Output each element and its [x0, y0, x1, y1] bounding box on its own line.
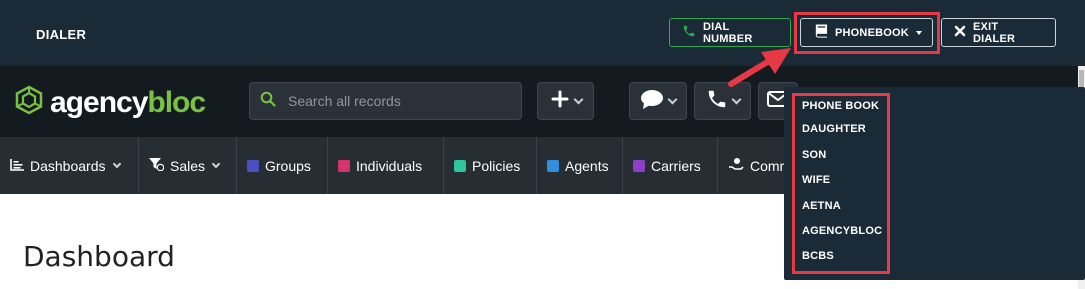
phonebook-item-agencybloc[interactable]: AGENCYBLOC: [802, 225, 882, 237]
phonebook-highlight-box: [794, 12, 940, 54]
nav-label-groups: Groups: [265, 157, 311, 174]
phone-icon: [706, 88, 728, 115]
nav-item-carriers[interactable]: Carriers: [623, 137, 718, 194]
nav-item-policies[interactable]: Policies: [444, 137, 537, 194]
phonebook-item-bcbs[interactable]: BCBS: [802, 250, 834, 262]
exit-dialer-button[interactable]: EXIT DIALER: [941, 18, 1056, 47]
nav-label-dashboards: Dashboards: [30, 157, 106, 174]
nav-item-agents[interactable]: Agents: [537, 137, 623, 194]
filter-icon: [149, 157, 165, 174]
phonebook-item-daughter[interactable]: DAUGHTER: [802, 123, 866, 135]
logo-text-agency: agency: [50, 85, 148, 119]
page-title: Dashboard: [23, 240, 175, 273]
policies-color-square: [454, 159, 466, 172]
individuals-color-square: [338, 159, 350, 172]
chevron-down-icon: [667, 94, 678, 104]
chat-button[interactable]: [629, 82, 687, 120]
chevron-down-icon: [573, 94, 583, 104]
chevron-down-icon: [211, 159, 221, 168]
nav-item-sales[interactable]: Sales: [139, 137, 237, 194]
annotation-arrow: [728, 48, 791, 87]
search-icon: [260, 91, 276, 112]
add-button[interactable]: [537, 82, 594, 120]
chat-icon: [640, 89, 664, 114]
plus-icon: [550, 89, 570, 114]
nav-label-individuals: Individuals: [356, 157, 423, 174]
exit-dialer-label: EXIT DIALER: [973, 20, 1016, 45]
carriers-color-square: [633, 159, 645, 172]
dialer-title: DIALER: [36, 27, 87, 42]
groups-color-square: [247, 159, 259, 172]
logo-text-bloc: bloc: [147, 85, 206, 119]
chevron-down-icon: [731, 94, 741, 104]
search-input[interactable]: [288, 93, 508, 109]
nav-label-commissions: Comr: [750, 157, 785, 174]
dial-number-button[interactable]: DIAL NUMBER: [669, 18, 791, 47]
phone-icon: [682, 24, 696, 41]
agencybloc-logo[interactable]: agencybloc: [14, 85, 206, 120]
phonebook-item-wife[interactable]: WIFE: [802, 174, 830, 186]
nav-label-carriers: Carriers: [651, 157, 701, 174]
chart-icon: [10, 158, 24, 174]
phonebook-item-aetna[interactable]: AETNA: [802, 200, 841, 212]
search-box[interactable]: [249, 82, 522, 120]
chevron-down-icon: [112, 159, 121, 168]
nav-item-individuals[interactable]: Individuals: [328, 137, 444, 194]
nav-item-commissions[interactable]: Comr: [718, 137, 794, 194]
dial-number-label: DIAL NUMBER: [703, 20, 753, 45]
nav-item-groups[interactable]: Groups: [237, 137, 328, 194]
nav-label-sales: Sales: [170, 157, 206, 174]
cube-logo-icon: [14, 85, 44, 120]
nav-label-agents: Agents: [565, 157, 609, 174]
agents-color-square: [547, 159, 559, 172]
close-icon: [954, 25, 966, 40]
phonebook-item-son[interactable]: SON: [802, 149, 826, 161]
commission-icon: [728, 157, 744, 174]
phonebook-header: PHONE BOOK: [802, 100, 880, 112]
nav-label-policies: Policies: [472, 157, 521, 174]
nav-item-dashboards[interactable]: Dashboards: [0, 137, 139, 194]
